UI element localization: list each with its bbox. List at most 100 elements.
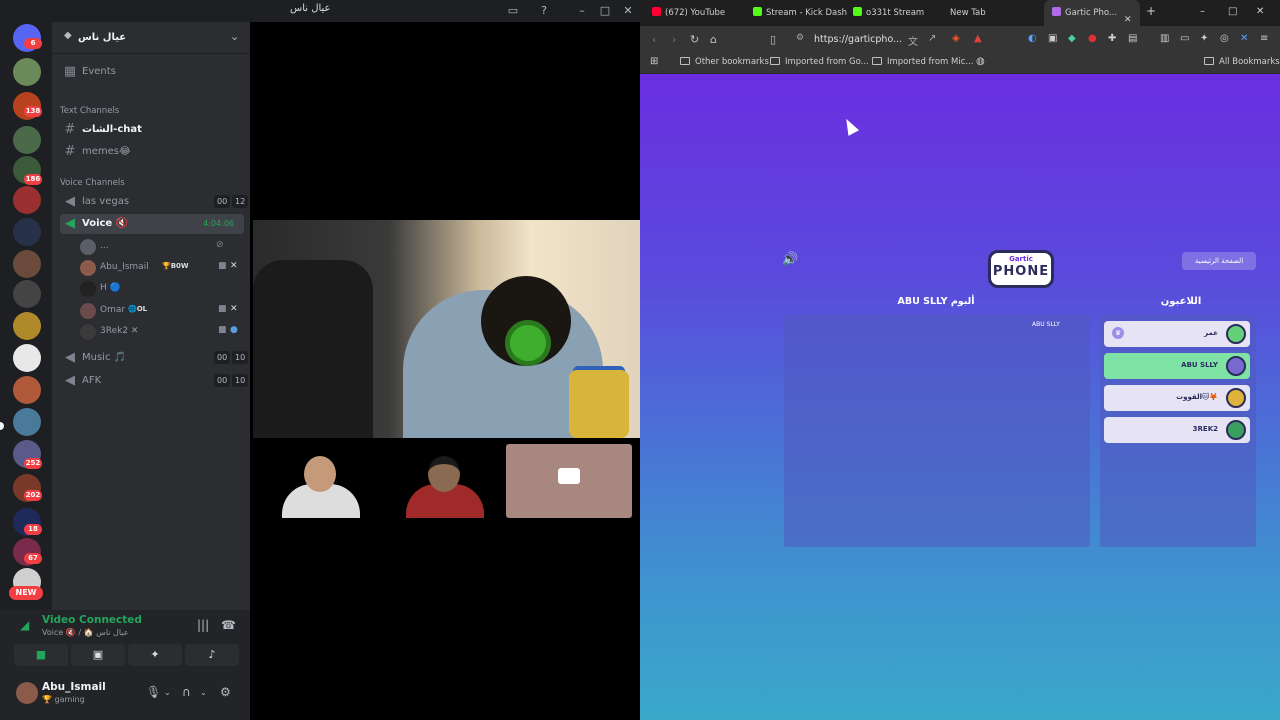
bookmark-folder[interactable]: Other bookmarks bbox=[680, 57, 769, 67]
close-button[interactable]: ✕ bbox=[620, 3, 636, 19]
reload-icon[interactable]: ↻ bbox=[690, 33, 699, 46]
apps-icon[interactable]: ⊞ bbox=[650, 56, 658, 67]
screen-share-button[interactable]: ▣ bbox=[71, 644, 125, 666]
bookmark-icon[interactable]: ▯ bbox=[770, 33, 776, 46]
player-row[interactable]: القووت🐱🦊 bbox=[1104, 385, 1250, 411]
tab-kick-stream[interactable]: o331t Stream bbox=[853, 0, 924, 26]
bookmark-folder[interactable]: Imported from Mic... bbox=[872, 57, 974, 67]
home-button[interactable]: الصفحة الرئيسية bbox=[1182, 252, 1256, 270]
puzzle-icon[interactable]: ✚ bbox=[1108, 33, 1116, 44]
voice-channel-voice[interactable]: ◀ Voice 🔇 4:04:06 bbox=[60, 214, 244, 234]
voice-channel-las-vegas[interactable]: ◀ las vegas 00 12 bbox=[60, 192, 249, 212]
server-icon[interactable] bbox=[13, 376, 41, 404]
extension-icon[interactable]: ◐ bbox=[1028, 33, 1037, 44]
extension-icon[interactable]: ● bbox=[1088, 33, 1097, 44]
chevron-down-icon: ⌄ bbox=[230, 30, 240, 43]
wallet-icon[interactable]: ▭ bbox=[1180, 33, 1189, 44]
user-limit: 10 bbox=[232, 351, 249, 364]
player-row[interactable]: 3REK2 bbox=[1104, 417, 1250, 443]
bookmark-folder[interactable]: Imported from Go... bbox=[770, 57, 869, 67]
soundboard-button[interactable]: ♪ bbox=[185, 644, 239, 666]
all-bookmarks-folder[interactable]: All Bookmarks bbox=[1204, 57, 1280, 67]
voice-location[interactable]: Voice 🔇 / 🏠 عيال ناس bbox=[42, 628, 129, 637]
server-icon[interactable] bbox=[13, 408, 41, 436]
address-bar[interactable]: ⚙ https://garticpho... bbox=[790, 30, 990, 50]
tab-new-tab[interactable]: New Tab bbox=[950, 0, 986, 26]
disconnect-icon[interactable]: ☎ bbox=[221, 618, 236, 632]
noise-suppression-icon[interactable]: ||| bbox=[197, 618, 209, 632]
vpn-icon[interactable]: ◎ bbox=[1220, 33, 1229, 44]
voice-channel-music[interactable]: ◀ Music 🎵 00 10 bbox=[60, 348, 249, 368]
help-icon[interactable]: ? bbox=[536, 3, 552, 19]
forward-icon[interactable]: › bbox=[672, 33, 676, 46]
extension-icon[interactable]: ▣ bbox=[1048, 33, 1057, 44]
back-icon[interactable]: ‹ bbox=[652, 33, 656, 46]
close-button[interactable]: ✕ bbox=[1256, 6, 1264, 17]
brave-shield-icon[interactable]: ◈ bbox=[952, 33, 960, 44]
server-icon[interactable] bbox=[13, 344, 41, 372]
server-icon[interactable] bbox=[13, 186, 41, 214]
tab-gartic-phone[interactable]: Gartic Pho... ✕ bbox=[1044, 0, 1140, 26]
globe-icon[interactable]: ◍ bbox=[976, 56, 985, 67]
album-area: ABU SLLY bbox=[784, 315, 1090, 547]
server-icon[interactable] bbox=[13, 250, 41, 278]
extension-icon[interactable]: ◆ bbox=[1068, 33, 1076, 44]
user-count: 00 bbox=[214, 351, 231, 364]
server-icon[interactable] bbox=[13, 312, 41, 340]
voice-user[interactable]: 3Rek2 ✕ ■ ● bbox=[78, 323, 244, 341]
camera-button[interactable]: ■ bbox=[14, 644, 68, 666]
hash-icon: # bbox=[64, 144, 76, 159]
players-title: اللاعبون bbox=[1160, 296, 1202, 307]
server-icon[interactable] bbox=[13, 280, 41, 308]
guild-header[interactable]: ◆ عيال ناس ⌄ bbox=[52, 22, 250, 54]
video-tile[interactable] bbox=[506, 444, 632, 518]
brave-rewards-icon[interactable]: ▲ bbox=[974, 33, 982, 44]
minimize-button[interactable]: – bbox=[1200, 6, 1205, 17]
channel-memes[interactable]: # memes😂 bbox=[60, 142, 244, 162]
tab-label: o331t Stream bbox=[866, 8, 925, 18]
sound-icon[interactable]: 🔊 bbox=[782, 252, 798, 267]
menu-icon[interactable]: ≡ bbox=[1260, 33, 1268, 44]
voice-channel-afk[interactable]: ◀ AFK 00 10 bbox=[60, 371, 249, 391]
share-icon[interactable]: ↗ bbox=[928, 33, 936, 44]
server-icon[interactable] bbox=[13, 218, 41, 246]
category-voice-channels[interactable]: Voice Channels bbox=[60, 178, 125, 188]
video-tile[interactable] bbox=[382, 444, 508, 518]
leo-icon[interactable]: ✦ bbox=[1200, 33, 1208, 44]
minimize-button[interactable]: – bbox=[574, 3, 590, 19]
server-icon[interactable] bbox=[13, 58, 41, 86]
avatar[interactable] bbox=[16, 682, 38, 704]
voice-status[interactable]: Video Connected bbox=[42, 614, 142, 626]
maximize-button[interactable]: □ bbox=[1228, 6, 1237, 17]
new-tab-button[interactable]: + bbox=[1146, 4, 1156, 18]
channel-chat[interactable]: # الشات-chat bbox=[60, 120, 244, 140]
activities-button[interactable]: ✦ bbox=[128, 644, 182, 666]
voice-user[interactable]: H 🔵 bbox=[78, 280, 244, 298]
player-row[interactable]: ♛ عمر bbox=[1104, 321, 1250, 347]
sidebar-icon[interactable]: ▥ bbox=[1160, 33, 1169, 44]
user-name[interactable]: Abu_Ismail bbox=[42, 681, 106, 693]
video-tile[interactable] bbox=[258, 444, 384, 518]
server-icon[interactable] bbox=[13, 126, 41, 154]
voice-user[interactable]: Omar 🌐OL ■ ✕ bbox=[78, 302, 244, 320]
translate-icon[interactable]: 文 bbox=[908, 33, 918, 48]
home-icon[interactable]: ⌂ bbox=[710, 33, 717, 46]
extension-icon[interactable]: ✕ bbox=[1240, 33, 1248, 44]
inbox-icon[interactable]: ▭ bbox=[505, 3, 521, 19]
category-text-channels[interactable]: Text Channels bbox=[60, 106, 119, 116]
tab-kick-dashboard[interactable]: Stream - Kick Dash bbox=[753, 0, 847, 26]
extension-icon[interactable]: ▤ bbox=[1128, 33, 1137, 44]
chevron-down-icon[interactable]: ⌄ bbox=[200, 688, 207, 697]
events-link[interactable]: ▦ Events bbox=[60, 62, 244, 82]
voice-user[interactable]: ... ⊘ bbox=[78, 238, 244, 256]
main-video-feed[interactable] bbox=[253, 220, 640, 438]
chevron-down-icon[interactable]: ⌄ bbox=[164, 688, 171, 697]
settings-icon[interactable]: ⚙ bbox=[220, 685, 231, 699]
microphone-icon[interactable]: 🎙 bbox=[146, 685, 161, 699]
player-row[interactable]: ABU SLLY bbox=[1104, 353, 1250, 379]
folder-icon bbox=[680, 57, 690, 65]
voice-user[interactable]: Abu_Ismail 🏆B0W ■ ✕ bbox=[78, 259, 244, 277]
tab-youtube[interactable]: (672) YouTube bbox=[652, 0, 725, 26]
headphones-icon[interactable]: ∩ bbox=[182, 685, 191, 699]
maximize-button[interactable]: □ bbox=[597, 3, 613, 19]
